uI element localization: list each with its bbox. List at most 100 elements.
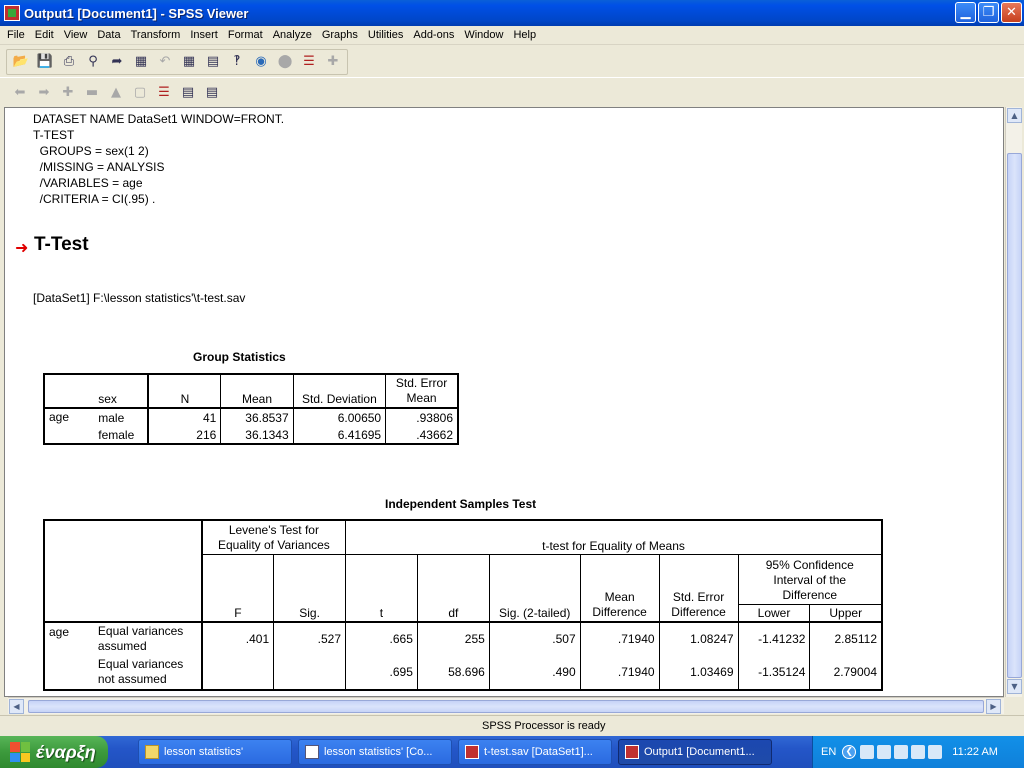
ci-header: 95% Confidence Interval of the Difference bbox=[737, 554, 882, 605]
insert-title-icon[interactable]: ▤ bbox=[178, 82, 198, 102]
menu-file[interactable]: File bbox=[2, 29, 30, 41]
spss-viewer-icon bbox=[625, 745, 639, 759]
export-icon[interactable]: ➦ bbox=[107, 52, 127, 72]
hide-icon[interactable]: ▢ bbox=[130, 82, 150, 102]
menu-edit[interactable]: Edit bbox=[30, 29, 59, 41]
cell-lower: -1.35124 bbox=[737, 655, 810, 690]
col-header-se: Std. Error Mean bbox=[385, 374, 458, 408]
cell-sig bbox=[273, 655, 346, 690]
open-folder-icon[interactable]: 📂 bbox=[11, 52, 31, 72]
col-header-t: t bbox=[345, 554, 418, 623]
designate-window-icon[interactable]: ◉ bbox=[251, 52, 271, 72]
demote-icon[interactable]: ➡ bbox=[34, 82, 54, 102]
col-header-sd: Std. Deviation bbox=[292, 374, 386, 408]
goto-data-icon[interactable]: ▦ bbox=[179, 52, 199, 72]
row-label-line1: Equal variances bbox=[97, 656, 184, 671]
print-preview-icon[interactable]: ⚲ bbox=[83, 52, 103, 72]
menu-graphs[interactable]: Graphs bbox=[317, 29, 363, 41]
goto-case-icon[interactable]: ▤ bbox=[203, 52, 223, 72]
show-hidden-icons-icon[interactable]: ❮ bbox=[842, 745, 857, 759]
undo-icon[interactable]: ↶ bbox=[155, 52, 175, 72]
table-row: age Equal variances assumed .401 .527 .66… bbox=[44, 621, 882, 656]
group-stats-table[interactable]: sex N Mean Std. Deviation Std. Error Mean… bbox=[43, 373, 459, 445]
scroll-left-icon[interactable]: ◀ bbox=[9, 699, 24, 714]
maximize-button[interactable]: ❐ bbox=[978, 2, 999, 23]
add-icon[interactable]: ✚ bbox=[323, 52, 343, 72]
scroll-right-icon[interactable]: ▶ bbox=[986, 699, 1001, 714]
usb-icon[interactable] bbox=[911, 745, 926, 759]
task-label: lesson statistics' bbox=[164, 746, 244, 758]
vertical-scroll-thumb[interactable] bbox=[1007, 153, 1022, 678]
system-tray: EN ❮ 11:22 AM bbox=[812, 736, 1024, 768]
insert-heading-icon[interactable]: ☰ bbox=[154, 82, 174, 102]
vertical-scrollbar[interactable]: ▲ ▼ bbox=[1005, 107, 1022, 697]
print-icon[interactable]: ⎙ bbox=[59, 52, 79, 72]
cell-mean-diff: .71940 bbox=[579, 655, 660, 690]
save-icon[interactable]: 💾 bbox=[35, 52, 55, 72]
output-pane[interactable]: DATASET NAME DataSet1 WINDOW=FRONT. T-TES… bbox=[4, 107, 1004, 697]
clock[interactable]: 11:22 AM bbox=[952, 746, 998, 758]
cell-lower: -1.41232 bbox=[737, 621, 810, 656]
collapse-icon[interactable]: ▬ bbox=[82, 82, 102, 102]
windows-logo-icon bbox=[10, 742, 30, 762]
insert-text-icon[interactable]: ▤ bbox=[202, 82, 222, 102]
mean-diff-line1: Mean bbox=[604, 589, 635, 604]
scroll-up-icon[interactable]: ▲ bbox=[1007, 108, 1022, 123]
horizontal-scroll-thumb[interactable] bbox=[28, 700, 984, 713]
menu-utilities[interactable]: Utilities bbox=[363, 29, 408, 41]
task-button-active[interactable]: Output1 [Document1... bbox=[618, 739, 772, 765]
minimize-button[interactable]: ▁ bbox=[955, 2, 976, 23]
col-header-sig-2tailed: Sig. (2-tailed) bbox=[488, 554, 581, 623]
row-variable: age bbox=[44, 407, 95, 426]
spss-app-icon[interactable] bbox=[4, 5, 20, 21]
table-row: female 216 36.1343 6.41695 .43662 bbox=[44, 426, 458, 444]
task-button[interactable]: t-test.sav [DataSet1]... bbox=[458, 739, 612, 765]
task-button[interactable]: lesson statistics' [Co... bbox=[298, 739, 452, 765]
network-icon[interactable] bbox=[877, 745, 892, 759]
start-label: έναρξη bbox=[36, 741, 96, 762]
menu-analyze[interactable]: Analyze bbox=[268, 29, 317, 41]
cell-df: 58.696 bbox=[416, 655, 490, 690]
group-stats-title: Group Statistics bbox=[193, 350, 286, 364]
horizontal-scrollbar[interactable]: ◀ ▶ bbox=[8, 697, 1004, 714]
menu-view[interactable]: View bbox=[59, 29, 93, 41]
cell-mean: 36.1343 bbox=[220, 426, 294, 444]
value-labels-icon[interactable]: ☰ bbox=[299, 52, 319, 72]
ci-header-line2: Interval of the bbox=[773, 572, 847, 587]
task-button[interactable]: lesson statistics' bbox=[138, 739, 292, 765]
menu-data[interactable]: Data bbox=[92, 29, 125, 41]
ttest-heading[interactable]: T-Test bbox=[34, 234, 89, 256]
printer-icon[interactable] bbox=[860, 745, 875, 759]
display-icon[interactable] bbox=[894, 745, 909, 759]
cell-upper: 2.85112 bbox=[809, 621, 882, 656]
close-button[interactable]: ✕ bbox=[1001, 2, 1022, 23]
expand-icon[interactable]: ✚ bbox=[58, 82, 78, 102]
menu-window[interactable]: Window bbox=[459, 29, 508, 41]
scroll-down-icon[interactable]: ▼ bbox=[1007, 679, 1022, 694]
menu-add-ons[interactable]: Add-ons bbox=[408, 29, 459, 41]
start-button[interactable]: έναρξη bbox=[0, 736, 108, 768]
row-variable: age bbox=[49, 624, 70, 639]
language-indicator[interactable]: EN bbox=[821, 746, 836, 758]
ind-samples-table[interactable]: Levene's Test for Equality of Variances t… bbox=[43, 519, 883, 691]
cell-f: .401 bbox=[200, 621, 274, 656]
col-header-df: df bbox=[416, 554, 490, 623]
recall-dialog-icon[interactable]: ▦ bbox=[131, 52, 151, 72]
window-controls: ▁ ❐ ✕ bbox=[955, 2, 1022, 23]
cell-sd: 6.00650 bbox=[292, 407, 386, 426]
selected-arrow-icon: ➜ bbox=[15, 238, 29, 257]
task-label: lesson statistics' [Co... bbox=[324, 746, 433, 758]
variables-icon[interactable]: ‽ bbox=[227, 52, 247, 72]
menu-format[interactable]: Format bbox=[223, 29, 268, 41]
show-icon[interactable]: ▲ bbox=[106, 82, 126, 102]
menu-insert[interactable]: Insert bbox=[185, 29, 223, 41]
std-err-diff-line1: Std. Error bbox=[672, 589, 725, 604]
select-cases-icon[interactable]: ⬤ bbox=[275, 52, 295, 72]
table-row: age male 41 36.8537 6.00650 .93806 bbox=[44, 407, 458, 426]
menu-transform[interactable]: Transform bbox=[126, 29, 186, 41]
volume-icon[interactable] bbox=[928, 745, 943, 759]
menu-help[interactable]: Help bbox=[508, 29, 541, 41]
dataset-path: [DataSet1] F:\lesson statistics'\t-test.… bbox=[33, 291, 246, 305]
promote-icon[interactable]: ⬅ bbox=[10, 82, 30, 102]
cell-std-err-diff: 1.08247 bbox=[658, 621, 739, 656]
